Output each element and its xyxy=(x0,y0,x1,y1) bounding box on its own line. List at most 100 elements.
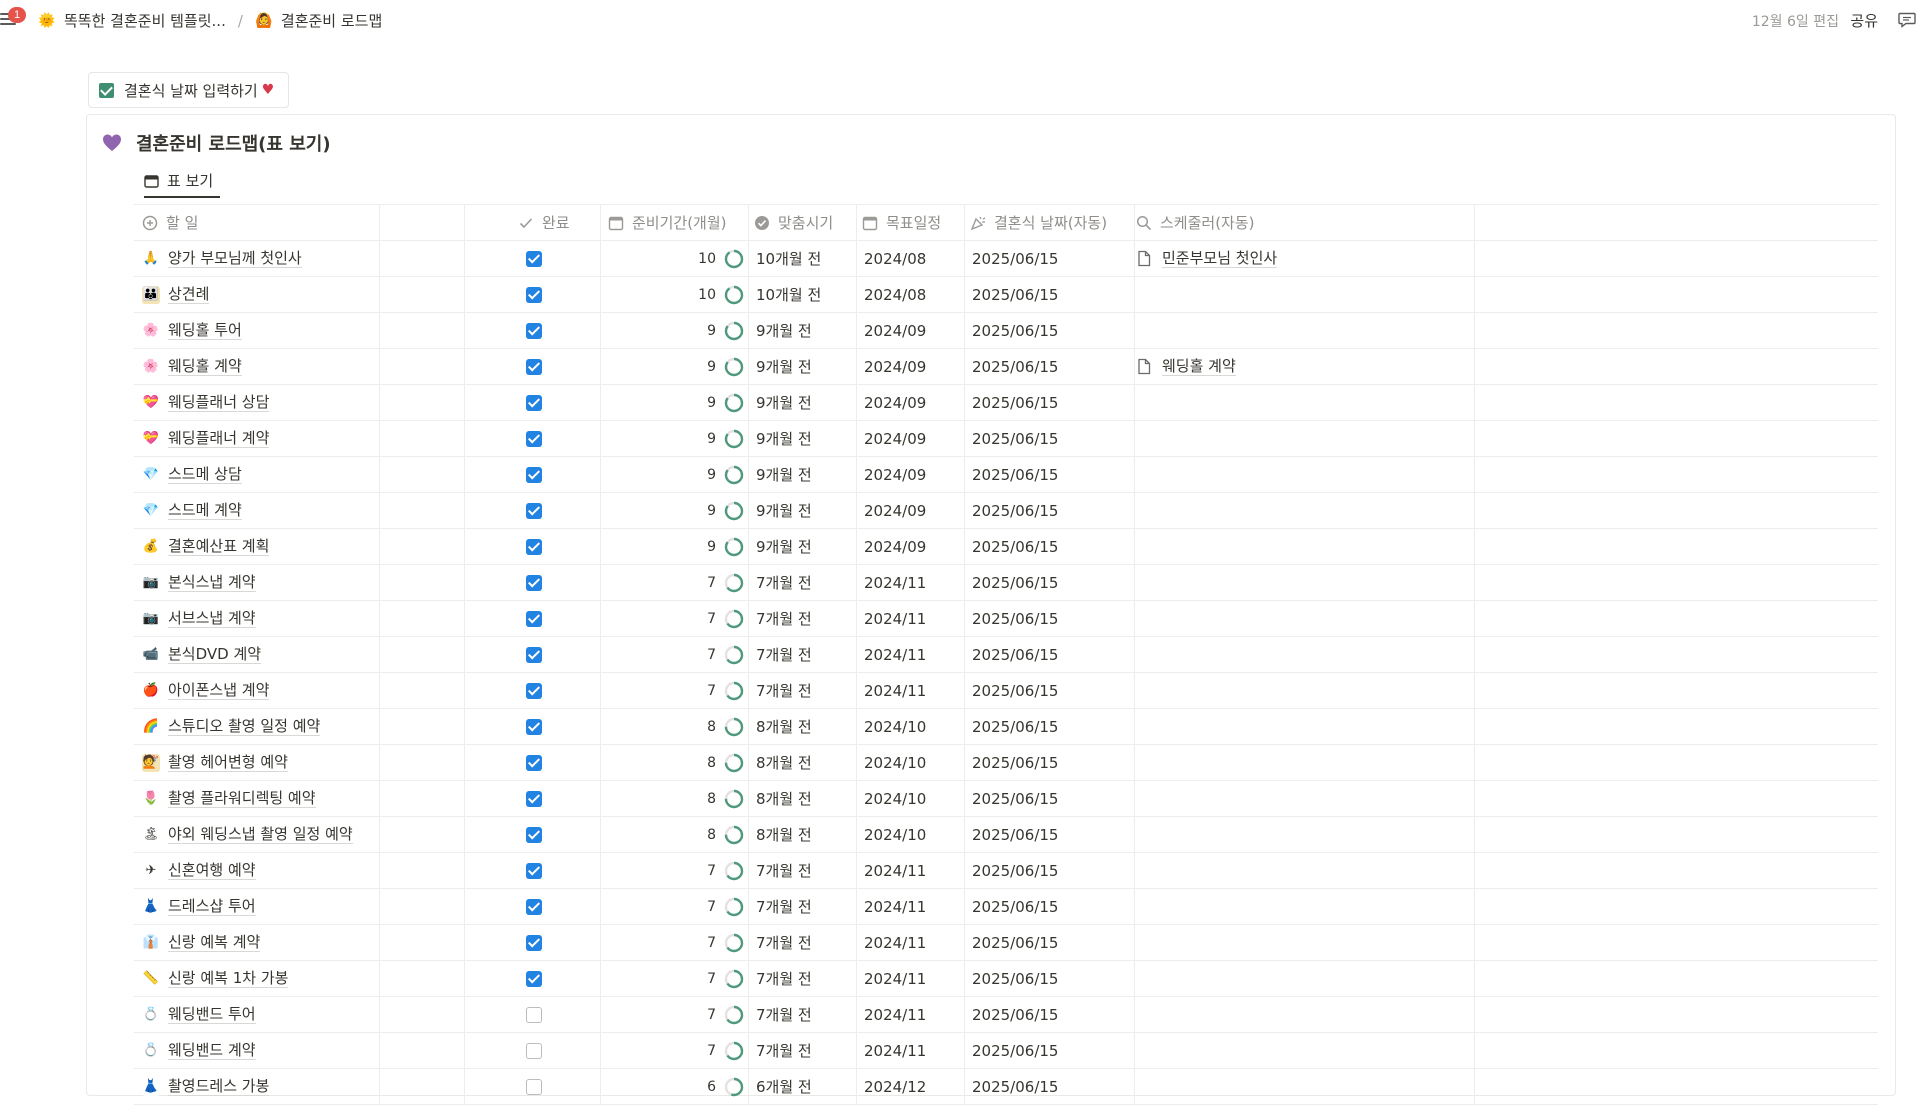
task-title[interactable]: 상견례 xyxy=(168,285,210,304)
task-cell[interactable]: 📏 신랑 예복 1차 가봉 xyxy=(142,961,512,996)
task-title[interactable]: 스드메 상담 xyxy=(168,465,242,484)
table-row[interactable]: 💎 스드메 상담 9 9개월 전 2024/09 2025/06/15 xyxy=(134,457,1878,493)
done-checkbox[interactable] xyxy=(526,574,542,591)
task-cell[interactable]: 📷 본식스냅 계약 xyxy=(142,565,512,600)
task-title[interactable]: 신혼여행 예약 xyxy=(168,861,256,880)
task-title[interactable]: 드레스샵 투어 xyxy=(168,897,256,916)
breadcrumb-item-template[interactable]: 🌞 똑똑한 결혼준비 템플릿... xyxy=(38,10,226,31)
scheduler-link[interactable]: 민준부모님 첫인사 xyxy=(1162,249,1278,268)
column-header-scheduler[interactable]: 스케줄러(자동) xyxy=(1136,205,1336,240)
breadcrumb-item-roadmap[interactable]: 🙆 결혼준비 로드맵 xyxy=(255,10,382,31)
table-row[interactable]: 🌸 웨딩홀 계약 9 9개월 전 2024/09 2025/06/15 웨딩홀 계약 xyxy=(134,349,1878,385)
task-cell[interactable]: 💍 웨딩밴드 투어 xyxy=(142,997,512,1032)
task-cell[interactable]: 💝 웨딩플래너 상담 xyxy=(142,385,512,420)
task-cell[interactable]: 💍 웨딩밴드 계약 xyxy=(142,1033,512,1068)
table-row[interactable]: 👗 촬영드레스 가봉 6 6개월 전 2024/12 2025/06/15 xyxy=(134,1069,1878,1105)
table-row[interactable]: 👔 신랑 예복 계약 7 7개월 전 2024/11 2025/06/15 xyxy=(134,925,1878,961)
notification-badge[interactable]: 1 xyxy=(8,7,26,23)
task-cell[interactable]: 👔 신랑 예복 계약 xyxy=(142,925,512,960)
task-title[interactable]: 웨딩플래너 계약 xyxy=(168,429,270,448)
task-title[interactable]: 스튜디오 촬영 일정 예약 xyxy=(168,717,321,736)
done-checkbox[interactable] xyxy=(526,430,542,447)
task-cell[interactable]: 💰 결혼예산표 계획 xyxy=(142,529,512,564)
column-header-target[interactable]: 목표일정 xyxy=(862,205,962,240)
task-cell[interactable]: 📹 본식DVD 계약 xyxy=(142,637,512,672)
task-cell[interactable]: 🍎 아이폰스냅 계약 xyxy=(142,673,512,708)
task-cell[interactable]: 🏝 야외 웨딩스냅 촬영 일정 예약 xyxy=(142,817,512,852)
tab-table-view[interactable]: 표 보기 xyxy=(144,170,213,191)
enter-wedding-date-button[interactable]: 결혼식 날짜 입력하기 ♥ xyxy=(88,72,290,108)
done-checkbox[interactable] xyxy=(526,862,542,879)
task-title[interactable]: 웨딩홀 계약 xyxy=(168,357,242,376)
task-title[interactable]: 신랑 예복 계약 xyxy=(168,933,261,952)
table-row[interactable]: 🍎 아이폰스냅 계약 7 7개월 전 2024/11 2025/06/15 xyxy=(134,673,1878,709)
table-row[interactable]: 💝 웨딩플래너 계약 9 9개월 전 2024/09 2025/06/15 xyxy=(134,421,1878,457)
scheduler-link[interactable]: 웨딩홀 계약 xyxy=(1162,357,1236,376)
task-cell[interactable]: 💇 촬영 헤어변형 예약 xyxy=(142,745,512,780)
task-title[interactable]: 야외 웨딩스냅 촬영 일정 예약 xyxy=(168,825,353,844)
table-row[interactable]: 💇 촬영 헤어변형 예약 8 8개월 전 2024/10 2025/06/15 xyxy=(134,745,1878,781)
task-cell[interactable]: 💎 스드메 상담 xyxy=(142,457,512,492)
column-header-period[interactable]: 준비기간(개월) xyxy=(608,205,748,240)
table-row[interactable]: 💰 결혼예산표 계획 9 9개월 전 2024/09 2025/06/15 xyxy=(134,529,1878,565)
task-cell[interactable]: 💝 웨딩플래너 계약 xyxy=(142,421,512,456)
done-checkbox[interactable] xyxy=(526,934,542,951)
task-cell[interactable]: 💎 스드메 계약 xyxy=(142,493,512,528)
share-button[interactable]: 공유 xyxy=(1850,10,1878,31)
table-row[interactable]: 💝 웨딩플래너 상담 9 9개월 전 2024/09 2025/06/15 xyxy=(134,385,1878,421)
done-checkbox[interactable] xyxy=(526,754,542,771)
done-checkbox[interactable] xyxy=(526,286,542,303)
table-row[interactable]: 🌈 스튜디오 촬영 일정 예약 8 8개월 전 2024/10 2025/06/15 xyxy=(134,709,1878,745)
task-title[interactable]: 웨딩밴드 계약 xyxy=(168,1041,256,1060)
table-row[interactable]: 👪 상견례 10 10개월 전 2024/08 2025/06/15 xyxy=(134,277,1878,313)
table-row[interactable]: 📏 신랑 예복 1차 가봉 7 7개월 전 2024/11 2025/06/15 xyxy=(134,961,1878,997)
column-header-timing[interactable]: 맞춤시기 xyxy=(754,205,854,240)
task-cell[interactable]: ✈ 신혼여행 예약 xyxy=(142,853,512,888)
task-cell[interactable]: 👗 촬영드레스 가봉 xyxy=(142,1069,512,1104)
done-checkbox[interactable] xyxy=(526,322,542,339)
table-row[interactable]: 👗 드레스샵 투어 7 7개월 전 2024/11 2025/06/15 xyxy=(134,889,1878,925)
done-checkbox[interactable] xyxy=(526,1078,542,1095)
column-header-wedding[interactable]: 결혼식 날짜(자동) xyxy=(970,205,1135,240)
task-cell[interactable]: 👪 상견례 xyxy=(142,277,512,312)
table-row[interactable]: 💍 웨딩밴드 투어 7 7개월 전 2024/11 2025/06/15 xyxy=(134,997,1878,1033)
done-checkbox[interactable] xyxy=(526,358,542,375)
task-title[interactable]: 서브스냅 계약 xyxy=(168,609,256,628)
table-row[interactable]: 💍 웨딩밴드 계약 7 7개월 전 2024/11 2025/06/15 xyxy=(134,1033,1878,1069)
task-title[interactable]: 아이폰스냅 계약 xyxy=(168,681,270,700)
task-title[interactable]: 결혼예산표 계획 xyxy=(168,537,270,556)
task-cell[interactable]: 🙏 양가 부모님께 첫인사 xyxy=(142,241,512,276)
task-cell[interactable]: 🌈 스튜디오 촬영 일정 예약 xyxy=(142,709,512,744)
table-row[interactable]: 🙏 양가 부모님께 첫인사 10 10개월 전 2024/08 2025/06/15 민준부… xyxy=(134,241,1878,277)
done-checkbox[interactable] xyxy=(526,610,542,627)
done-checkbox[interactable] xyxy=(526,466,542,483)
done-checkbox[interactable] xyxy=(526,898,542,915)
table-row[interactable]: 💎 스드메 계약 9 9개월 전 2024/09 2025/06/15 xyxy=(134,493,1878,529)
table-row[interactable]: 📷 서브스냅 계약 7 7개월 전 2024/11 2025/06/15 xyxy=(134,601,1878,637)
task-cell[interactable]: 🌸 웨딩홀 투어 xyxy=(142,313,512,348)
done-checkbox[interactable] xyxy=(526,646,542,663)
table-row[interactable]: 🌷 촬영 플라워디렉팅 예약 8 8개월 전 2024/10 2025/06/15 xyxy=(134,781,1878,817)
done-checkbox[interactable] xyxy=(526,826,542,843)
column-header-done[interactable]: 완료 xyxy=(518,205,588,240)
task-title[interactable]: 촬영 헤어변형 예약 xyxy=(168,753,288,772)
task-title[interactable]: 양가 부모님께 첫인사 xyxy=(168,249,302,268)
comment-icon[interactable] xyxy=(1898,12,1916,28)
task-title[interactable]: 웨딩밴드 투어 xyxy=(168,1005,256,1024)
task-title[interactable]: 촬영 플라워디렉팅 예약 xyxy=(168,789,316,808)
column-header-task[interactable]: 할 일 xyxy=(142,205,512,240)
task-cell[interactable]: 👗 드레스샵 투어 xyxy=(142,889,512,924)
task-title[interactable]: 본식DVD 계약 xyxy=(168,645,262,664)
task-title[interactable]: 본식스냅 계약 xyxy=(168,573,256,592)
task-title[interactable]: 스드메 계약 xyxy=(168,501,242,520)
task-cell[interactable]: 📷 서브스냅 계약 xyxy=(142,601,512,636)
done-checkbox[interactable] xyxy=(526,1006,542,1023)
done-checkbox[interactable] xyxy=(526,502,542,519)
table-row[interactable]: ✈ 신혼여행 예약 7 7개월 전 2024/11 2025/06/15 xyxy=(134,853,1878,889)
task-cell[interactable]: 🌷 촬영 플라워디렉팅 예약 xyxy=(142,781,512,816)
table-row[interactable]: 🏝 야외 웨딩스냅 촬영 일정 예약 8 8개월 전 2024/10 2025/06/15 xyxy=(134,817,1878,853)
done-checkbox[interactable] xyxy=(526,718,542,735)
task-title[interactable]: 웨딩홀 투어 xyxy=(168,321,242,340)
done-checkbox[interactable] xyxy=(526,970,542,987)
table-row[interactable]: 🌸 웨딩홀 투어 9 9개월 전 2024/09 2025/06/15 xyxy=(134,313,1878,349)
